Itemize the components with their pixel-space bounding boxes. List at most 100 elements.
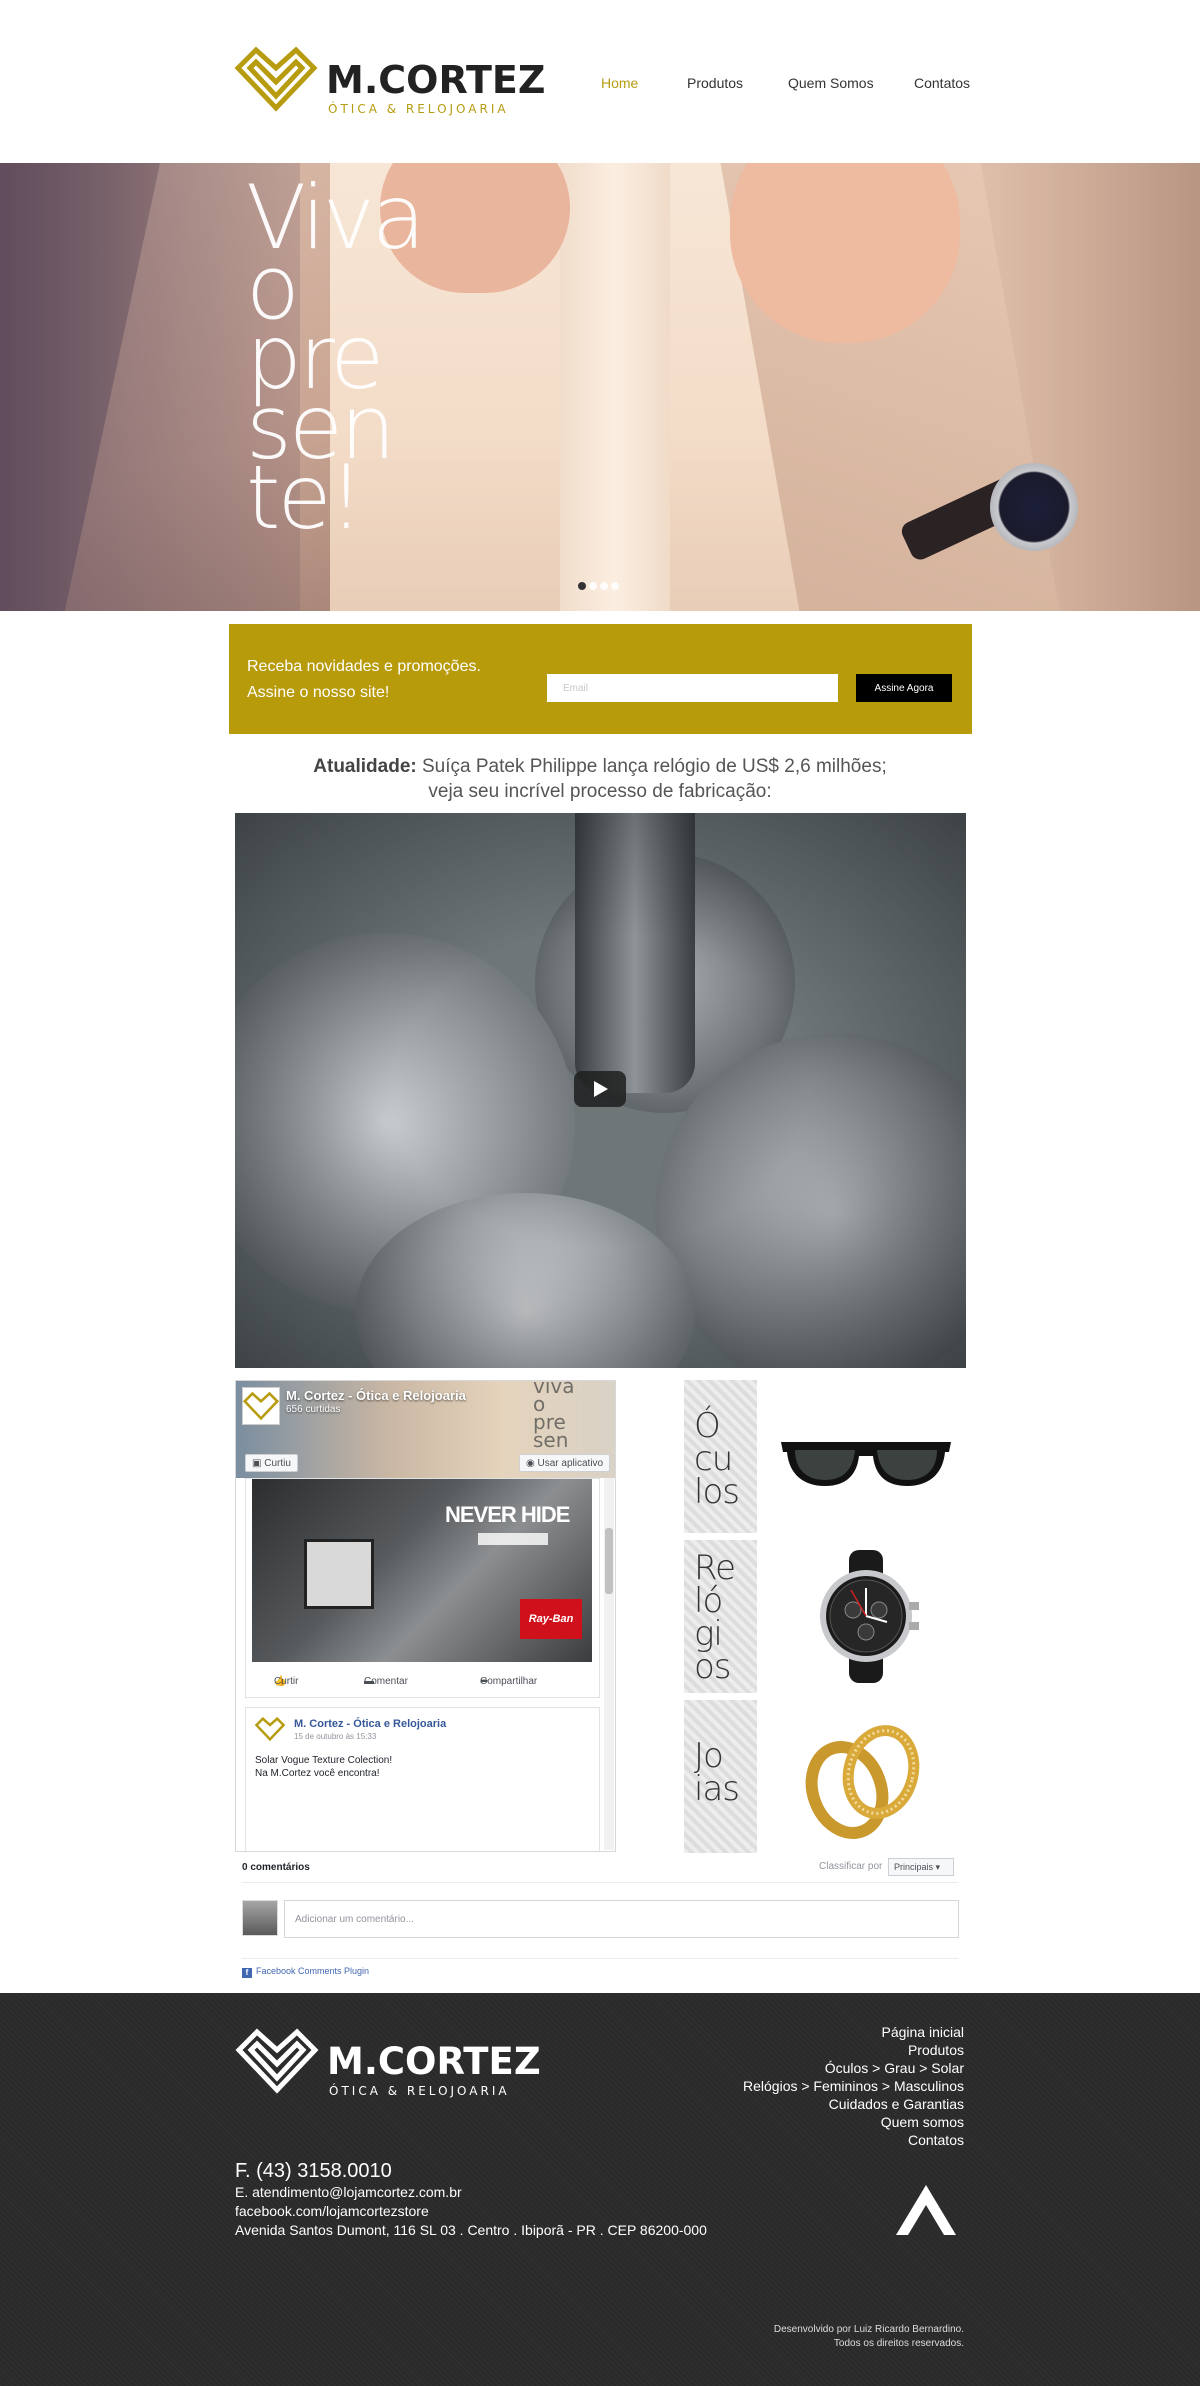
- sort-label: Classificar por: [819, 1861, 883, 1872]
- article-headline: Atualidade: Suíça Patek Philippe lança r…: [300, 754, 900, 804]
- category-label-line: ias: [694, 1769, 740, 1809]
- category-tile-oculos[interactable]: Ó cu los: [684, 1380, 963, 1533]
- comment-input[interactable]: [284, 1900, 959, 1938]
- post-like-label: Curtir: [274, 1676, 299, 1687]
- post-date[interactable]: 15 de outubro às 15:33: [294, 1732, 376, 1742]
- footer-link-quem-somos[interactable]: Quem somos: [743, 2113, 964, 2131]
- video-player[interactable]: [235, 813, 966, 1368]
- post-text-line: Solar Vogue Texture Colection!: [255, 1755, 393, 1766]
- newsletter-box: Receba novidades e promoções. Assine o n…: [229, 624, 972, 734]
- post-image[interactable]: NEVER HIDE Ray-Ban: [252, 1479, 592, 1662]
- slide-dot[interactable]: [589, 582, 597, 590]
- post-text-line: Na M.Cortez você encontra!: [255, 1768, 380, 1779]
- footer-link-cuidados[interactable]: Cuidados e Garantias: [743, 2095, 964, 2113]
- site-footer: M.CORTEZ ÓTICA & RELOJOARIA Página inici…: [0, 1993, 1200, 2386]
- diamond-logo-icon: [242, 1391, 280, 1421]
- footer-contact: F. (43) 3158.0010 E. atendimento@lojamco…: [235, 2159, 707, 2240]
- footer-facebook[interactable]: facebook.com/lojamcortezstore: [235, 2202, 707, 2221]
- rayban-logo: Ray-Ban: [520, 1599, 582, 1639]
- category-label-line: os: [694, 1647, 732, 1687]
- footer-link-contatos[interactable]: Contatos: [743, 2131, 964, 2149]
- like-page-label: Curtiu: [264, 1458, 291, 1469]
- slide-dot[interactable]: [611, 582, 619, 590]
- facebook-scrollbar[interactable]: [604, 1478, 614, 1850]
- facebook-post: M. Cortez - Ótica e Relojoaria 15 de out…: [245, 1707, 600, 1851]
- footer-address: Avenida Santos Dumont, 116 SL 03 . Centr…: [235, 2222, 707, 2238]
- category-tile-relogios[interactable]: Re ló gi os: [684, 1540, 963, 1693]
- app-icon: ◉: [526, 1458, 538, 1469]
- rings-icon: [805, 1725, 920, 1839]
- hero-watch: [990, 463, 1078, 551]
- post-image-frame: [304, 1539, 374, 1609]
- article-label: Atualidade:: [313, 756, 417, 777]
- page-name[interactable]: M. Cortez - Ótica e Relojoaria: [286, 1388, 466, 1403]
- cover-text: viva o pre sen: [533, 1381, 603, 1452]
- scrollbar-thumb[interactable]: [605, 1528, 613, 1594]
- facebook-cover[interactable]: M. Cortez - Ótica e Relojoaria 656 curti…: [236, 1381, 615, 1478]
- category-label-line: los: [694, 1472, 740, 1512]
- footer-email[interactable]: E. atendimento@lojamcortez.com.br: [235, 2183, 707, 2202]
- avatar: [242, 1900, 278, 1936]
- nav-item-contatos[interactable]: Contatos: [914, 74, 970, 92]
- category-label: Re ló gi os: [684, 1540, 757, 1693]
- footer-brand-tagline: ÓTICA & RELOJOARIA: [329, 2084, 510, 2098]
- main-nav: Home Produtos Quem Somos Contatos: [0, 74, 1200, 94]
- hero-tagline-line: te!: [246, 446, 364, 549]
- play-icon[interactable]: [574, 1071, 626, 1107]
- facebook-post: NEVER HIDE Ray-Ban 👍 Curtir ▬ Comentar ➦…: [245, 1478, 600, 1698]
- like-page-button[interactable]: ▣ Curtiu: [245, 1454, 298, 1472]
- slide-dot[interactable]: [600, 582, 608, 590]
- diamond-logo-icon: [255, 1717, 285, 1741]
- footer-phone: F. (43) 3158.0010: [235, 2160, 392, 2182]
- page-likes: 656 curtidas: [286, 1404, 341, 1415]
- divider: [242, 1882, 958, 1883]
- footer-credits: Desenvolvido por Luiz Ricardo Bernardino…: [774, 2323, 964, 2351]
- site-header: M.CORTEZ ÓTICA & RELOJOARIA Home Produto…: [0, 0, 1200, 163]
- cover-text-line: sen: [533, 1428, 569, 1452]
- footer-credit-line: Desenvolvido por Luiz Ricardo Bernardino…: [773, 2324, 964, 2335]
- page: M.CORTEZ ÓTICA & RELOJOARIA Home Produto…: [0, 0, 1200, 2386]
- footer-link-home[interactable]: Página inicial: [743, 2023, 965, 2041]
- hero-photo-shape: [560, 163, 670, 611]
- category-label: Jo ias: [684, 1700, 757, 1853]
- newsletter-text: Receba novidades e promoções.: [247, 658, 481, 675]
- footer-logo[interactable]: M.CORTEZ ÓTICA & RELOJOARIA: [235, 2028, 541, 2098]
- category-label: Ó cu los: [684, 1380, 757, 1533]
- nav-item-home[interactable]: Home: [601, 74, 638, 92]
- hero-slideshow[interactable]: Viva o pre sen te!: [0, 163, 1200, 611]
- use-app-label: Usar aplicativo: [537, 1458, 604, 1469]
- slide-dot[interactable]: [578, 582, 586, 590]
- footer-link-relogios[interactable]: Relógios > Femininos > Masculinos: [743, 2077, 964, 2095]
- post-author[interactable]: M. Cortez - Ótica e Relojoaria: [294, 1718, 446, 1731]
- footer-link-produtos[interactable]: Produtos: [743, 2041, 964, 2059]
- footer-credit-line: Todos os direitos reservados.: [833, 2338, 964, 2349]
- post-image-bar: [478, 1533, 548, 1545]
- divider: [242, 1958, 958, 1959]
- sort-select[interactable]: Principais ▾: [888, 1858, 954, 1876]
- hero-tagline: Viva o pre sen te!: [246, 174, 466, 549]
- slideshow-dots: [578, 577, 622, 590]
- sunglasses-icon: [781, 1442, 951, 1486]
- subscribe-button[interactable]: Assine Agora: [856, 674, 952, 702]
- sort-value: Principais: [894, 1862, 934, 1872]
- use-app-button[interactable]: ◉ Usar aplicativo: [519, 1454, 611, 1472]
- comments-plugin-link[interactable]: Facebook Comments Plugin: [242, 1966, 369, 1978]
- back-to-top-icon[interactable]: [894, 2181, 958, 2237]
- newsletter-text: Assine o nosso site!: [247, 684, 390, 701]
- nav-item-quem-somos[interactable]: Quem Somos: [788, 74, 874, 92]
- nav-item-produtos[interactable]: Produtos: [687, 74, 743, 92]
- like-icon: ▣: [252, 1458, 265, 1469]
- facebook-comments: 0 comentários Classificar por Principais…: [235, 1852, 966, 1984]
- footer-link-oculos[interactable]: Óculos > Grau > Solar: [743, 2059, 964, 2077]
- page-avatar[interactable]: [242, 1387, 280, 1425]
- category-tile-joias[interactable]: Jo ias: [684, 1700, 963, 1853]
- post-image-banner: NEVER HIDE: [445, 1502, 570, 1527]
- chevron-down-icon: ▾: [933, 1862, 941, 1872]
- post-actions: 👍 Curtir ▬ Comentar ➦ Compartilhar: [246, 1672, 601, 1692]
- footer-brand-name: M.CORTEZ: [327, 2040, 541, 2083]
- post-share-label: Compartilhar: [480, 1676, 538, 1687]
- footer-links: Página inicial Produtos Óculos > Grau > …: [743, 2023, 964, 2149]
- comment-count: 0 comentários: [242, 1862, 310, 1873]
- brand-tagline: ÓTICA & RELOJOARIA: [328, 102, 509, 116]
- email-field[interactable]: [547, 674, 838, 702]
